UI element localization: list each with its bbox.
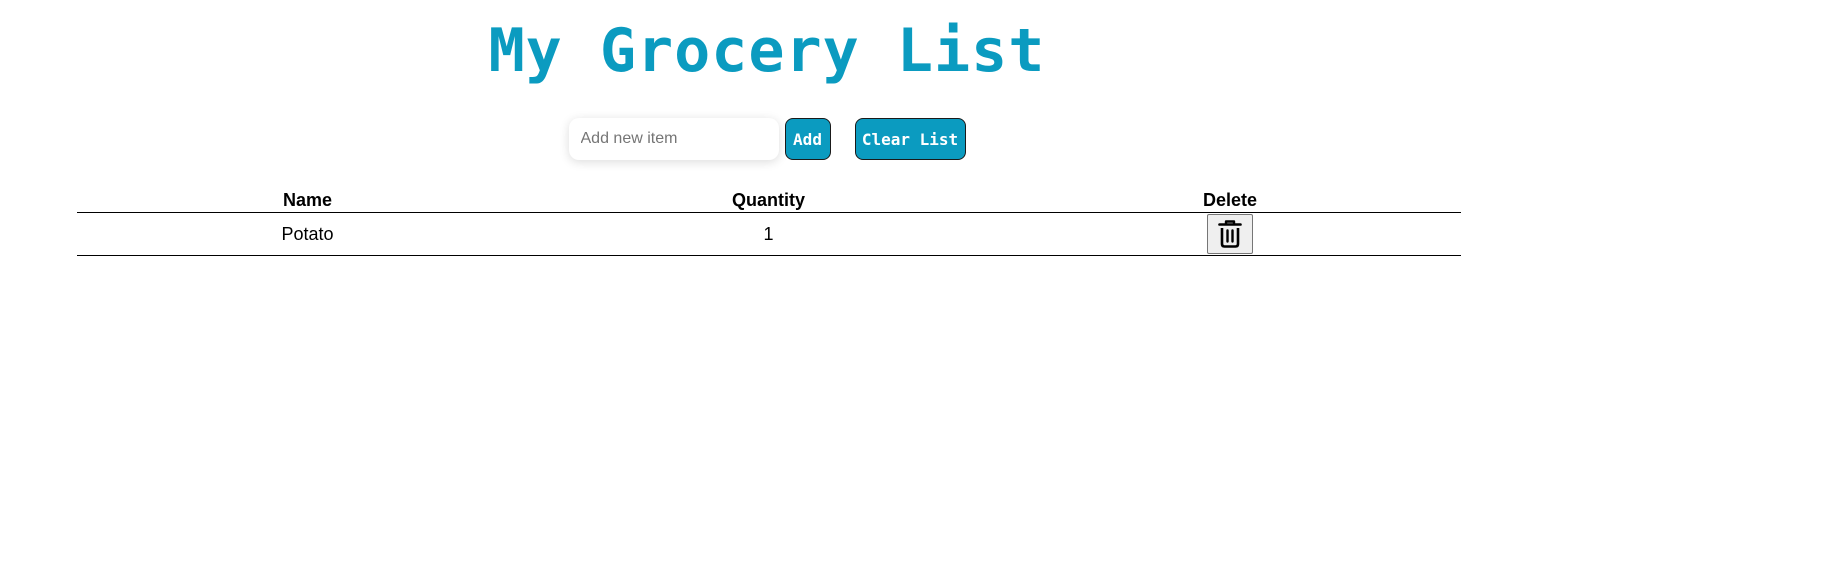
item-quantity-cell: 1 (538, 212, 999, 256)
delete-item-button[interactable] (1207, 214, 1253, 254)
column-header-delete: Delete (999, 188, 1461, 213)
grocery-table: Name Quantity Delete Potato 1 (77, 188, 1461, 256)
new-item-field-wrapper (568, 118, 779, 160)
controls-bar: Add Clear List (0, 118, 1534, 160)
add-button[interactable]: Add (784, 118, 831, 160)
trash-icon (1218, 220, 1242, 248)
item-delete-cell (999, 212, 1461, 256)
table-header-row: Name Quantity Delete (77, 188, 1461, 213)
clear-list-button[interactable]: Clear List (854, 118, 966, 160)
table-row: Potato 1 (77, 212, 1461, 256)
page-title: My Grocery List (488, 16, 1046, 86)
new-item-input[interactable] (568, 118, 779, 160)
column-header-quantity: Quantity (538, 188, 999, 213)
item-name-cell: Potato (77, 212, 538, 256)
column-header-name: Name (77, 188, 538, 213)
